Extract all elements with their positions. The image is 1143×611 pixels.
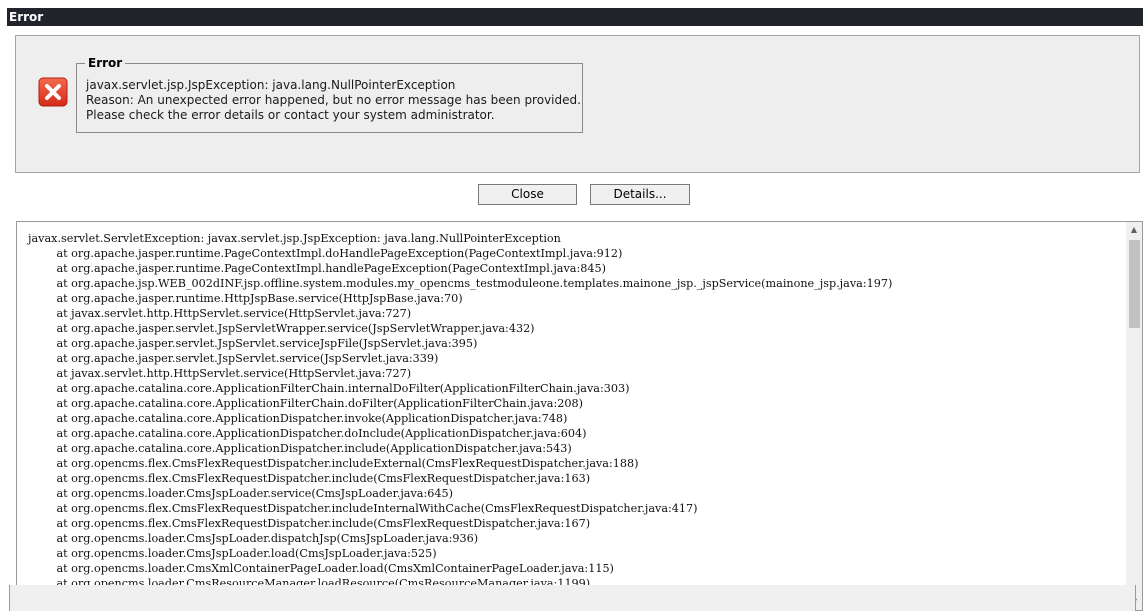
error-message-line: javax.servlet.jsp.JspException: java.lan… xyxy=(86,78,456,92)
vertical-scrollbar[interactable]: ▲ ▼ xyxy=(1126,222,1142,610)
stack-trace-line: at org.opencms.flex.CmsFlexRequestDispat… xyxy=(28,457,639,470)
stack-trace-line: at org.opencms.flex.CmsFlexRequestDispat… xyxy=(28,472,591,485)
stack-trace-line: at org.opencms.loader.CmsJspLoader.servi… xyxy=(28,487,453,500)
stack-trace-line: at javax.servlet.http.HttpServlet.servic… xyxy=(28,307,412,320)
error-reason-line: Reason: An unexpected error happened, bu… xyxy=(86,93,581,107)
stack-trace-box[interactable]: javax.servlet.ServletException: javax.se… xyxy=(16,221,1143,611)
error-panel: Error javax.servlet.jsp.JspException: ja… xyxy=(15,35,1140,173)
stack-trace-line: at org.apache.catalina.core.ApplicationD… xyxy=(28,442,572,455)
stack-trace-line: at org.apache.jasper.runtime.HttpJspBase… xyxy=(28,292,463,305)
stack-trace-line: at org.opencms.loader.CmsJspLoader.dispa… xyxy=(28,532,479,545)
stack-trace-line: at javax.servlet.http.HttpServlet.servic… xyxy=(28,367,412,380)
stack-trace-text: javax.servlet.ServletException: javax.se… xyxy=(28,231,892,606)
details-button[interactable]: Details... xyxy=(590,184,690,205)
dialog-body: Error javax.servlet.jsp.JspException: ja… xyxy=(7,26,1143,611)
error-page: Error Error javax.servlet.jsp.JspExcepti… xyxy=(0,0,1143,611)
stack-trace-header-line: javax.servlet.ServletException: javax.se… xyxy=(28,232,561,245)
stack-trace-line: at org.apache.catalina.core.ApplicationD… xyxy=(28,427,587,440)
scroll-thumb[interactable] xyxy=(1129,240,1140,328)
stack-trace-line: at org.apache.catalina.core.ApplicationD… xyxy=(28,412,568,425)
stack-trace-line: at org.apache.jasper.runtime.PageContext… xyxy=(28,262,606,275)
error-box-legend: Error xyxy=(85,56,126,70)
window-title: Error xyxy=(9,10,44,24)
stack-trace-line: at org.apache.jasper.servlet.JspServletW… xyxy=(28,322,535,335)
stack-trace-line: at org.apache.jasper.servlet.JspServlet.… xyxy=(28,337,478,350)
stack-trace-line: at org.apache.jasper.runtime.PageContext… xyxy=(28,247,623,260)
stack-trace-line: at org.opencms.loader.CmsJspLoader.load(… xyxy=(28,547,437,560)
stack-trace-line: at org.opencms.flex.CmsFlexRequestDispat… xyxy=(28,517,591,530)
stack-trace-line: at org.opencms.flex.CmsFlexRequestDispat… xyxy=(28,502,698,515)
stack-trace-line: at org.apache.catalina.core.ApplicationF… xyxy=(28,382,630,395)
error-hint-line: Please check the error details or contac… xyxy=(86,108,495,122)
close-button[interactable]: Close xyxy=(478,184,577,205)
stack-trace-line: at org.apache.jasper.servlet.JspServlet.… xyxy=(28,352,439,365)
error-message-box: Error javax.servlet.jsp.JspException: ja… xyxy=(76,56,583,133)
stack-trace-line: at org.opencms.loader.CmsXmlContainerPag… xyxy=(28,562,614,575)
window-title-bar: Error xyxy=(7,8,1143,26)
stack-trace-line: at org.apache.jsp.WEB_002dINF.jsp.offlin… xyxy=(28,277,893,290)
scroll-up-arrow-icon[interactable]: ▲ xyxy=(1126,222,1142,238)
stack-trace-line: at org.apache.catalina.core.ApplicationF… xyxy=(28,397,583,410)
error-message-lines: javax.servlet.jsp.JspException: java.lan… xyxy=(86,78,581,123)
horizontal-scrollbar[interactable] xyxy=(9,585,1136,611)
error-x-icon xyxy=(38,77,68,107)
